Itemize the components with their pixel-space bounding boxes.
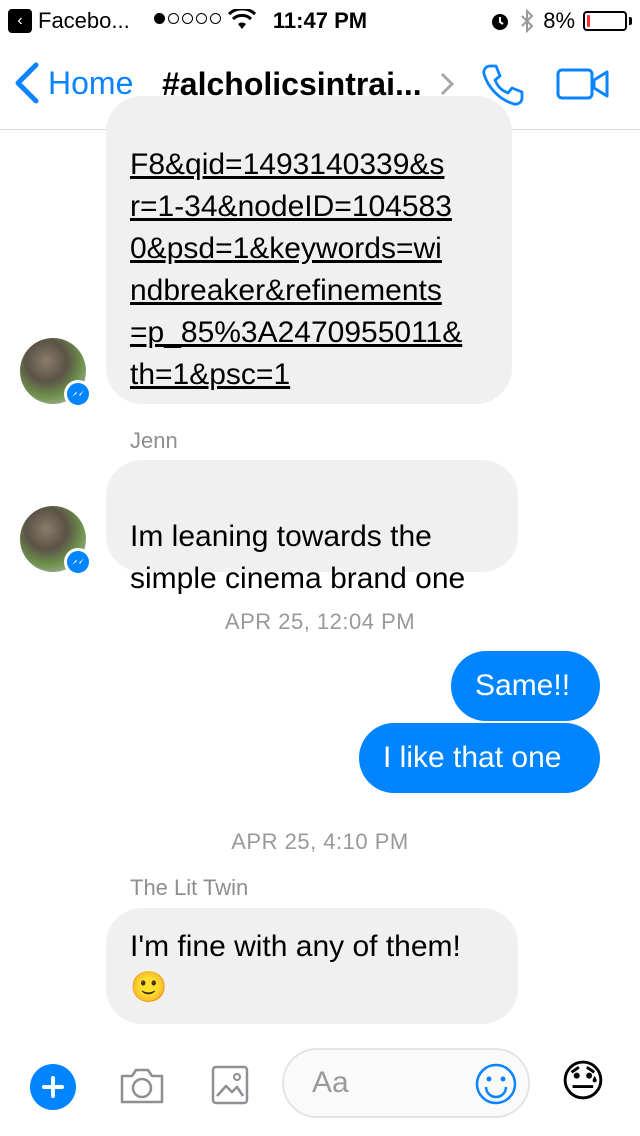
avatar-jenn[interactable] <box>20 338 92 408</box>
alarm-icon <box>492 14 509 30</box>
message-bubble[interactable]: I'm fine with any of them! 🙂 <box>106 908 518 1024</box>
avatar-jenn[interactable] <box>20 506 92 576</box>
plus-icon <box>42 1076 64 1098</box>
video-call-icon[interactable] <box>556 68 610 100</box>
battery-percent: 8% <box>543 8 575 33</box>
home-back-button[interactable]: Home <box>14 62 133 104</box>
message-text: I like that one <box>383 741 562 774</box>
sender-name: The Lit Twin <box>130 875 249 900</box>
camera-icon[interactable] <box>118 1064 166 1106</box>
timestamp-divider: APR 25, 12:04 PM <box>224 609 416 634</box>
status-bar: ‹ Facebo... 11:47 PM 8% <box>0 0 640 40</box>
messenger-badge-icon <box>64 548 92 576</box>
message-bubble-outgoing[interactable]: Same!! <box>451 651 600 721</box>
message-bubble[interactable]: Im leaning towards the simple cinema bra… <box>106 460 518 595</box>
message-composer: Aa 😓 <box>0 1030 640 1136</box>
back-label: Home <box>48 64 134 101</box>
message-text: I'm fine with any of them! <box>130 930 461 963</box>
quick-reaction-button[interactable]: 😓 <box>560 1060 606 1104</box>
more-actions-button[interactable] <box>30 1064 76 1110</box>
message-link[interactable]: F8&qid=1493140339&s r=1-34&nodeID=104583… <box>130 144 488 396</box>
message-input-placeholder: Aa <box>312 1066 349 1099</box>
message-text: Same!! <box>475 669 571 702</box>
message-bubble-link[interactable]: F8&qid=1493140339&s r=1-34&nodeID=104583… <box>106 96 512 404</box>
emoji-icon[interactable] <box>474 1062 518 1106</box>
slight-smile-emoji: 🙂 <box>130 971 168 1004</box>
message-text: Im leaning towards the simple cinema bra… <box>130 520 466 595</box>
bluetooth-icon <box>521 9 534 33</box>
message-input[interactable]: Aa <box>282 1048 530 1118</box>
sender-name: Jenn <box>130 428 178 453</box>
chevron-right-icon[interactable] <box>440 72 454 96</box>
chevron-left-icon <box>15 62 39 104</box>
messenger-badge-icon <box>64 380 92 408</box>
battery-icon <box>583 11 627 31</box>
gallery-icon[interactable] <box>210 1064 250 1106</box>
timestamp-divider: APR 25, 4:10 PM <box>231 829 409 854</box>
message-bubble-outgoing[interactable]: I like that one <box>359 723 600 793</box>
